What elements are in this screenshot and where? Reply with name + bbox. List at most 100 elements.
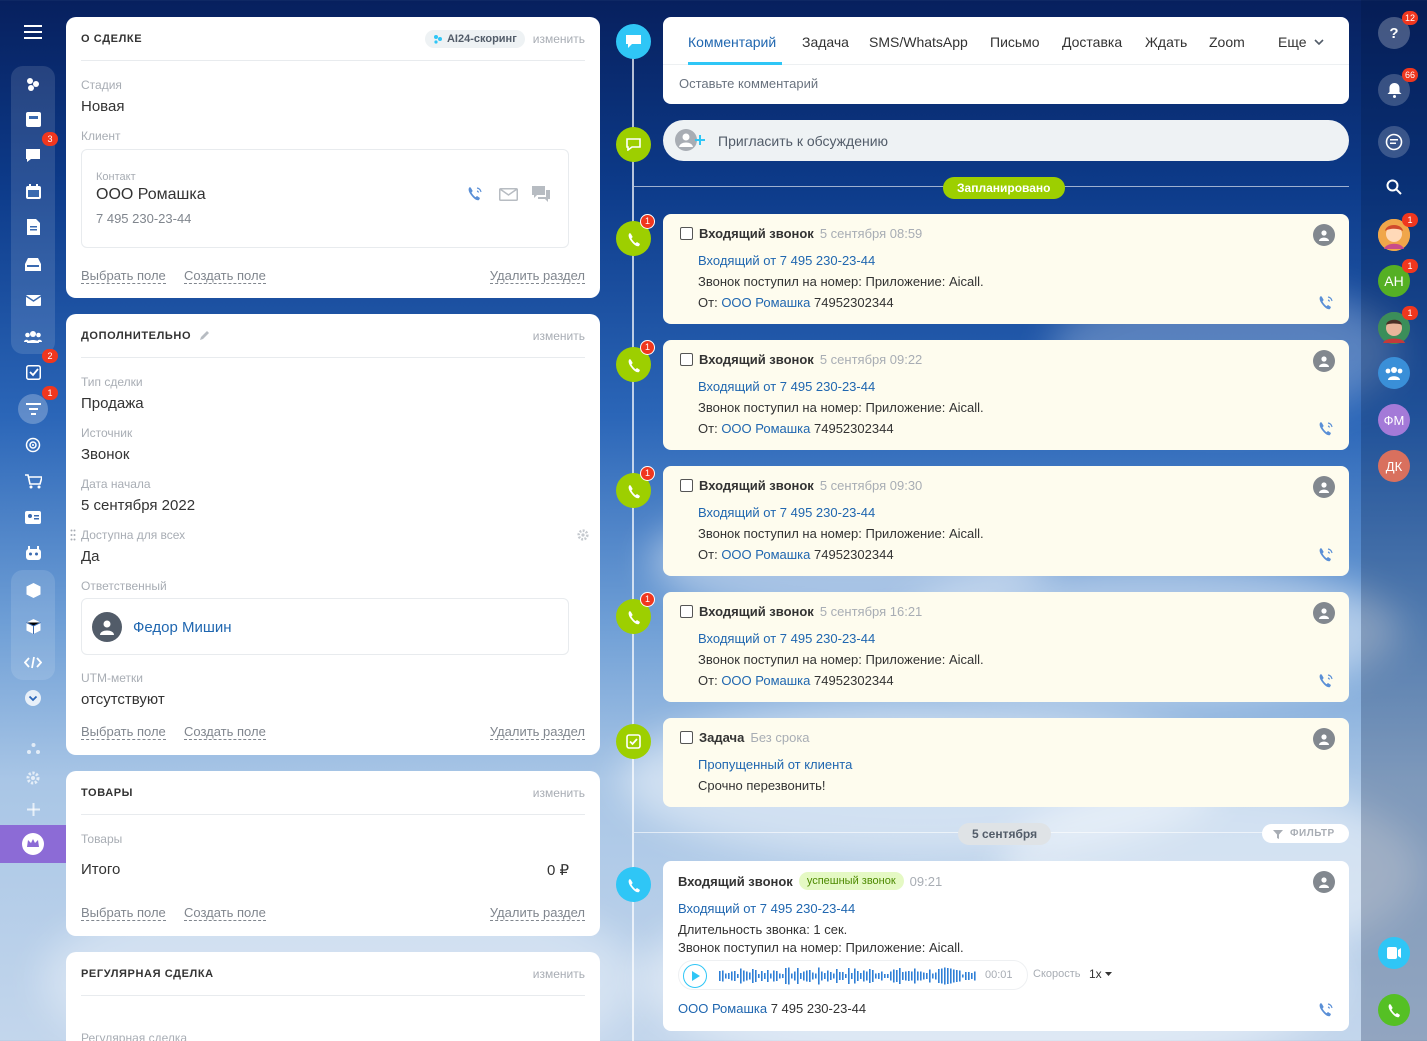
call-phone-icon[interactable]	[1317, 420, 1335, 438]
plan-crown-button[interactable]	[0, 825, 66, 863]
history-contact-name[interactable]: ООО Ромашка	[678, 1001, 767, 1016]
tab-email[interactable]: Письмо	[990, 34, 1040, 50]
tasks-icon[interactable]: 2	[18, 349, 58, 387]
user-avatar-1[interactable]: 1	[1378, 213, 1418, 251]
pencil-icon[interactable]	[199, 330, 210, 341]
crm-icon[interactable]: 1	[18, 386, 58, 424]
goods-create-field-link[interactable]: Создать поле	[184, 905, 266, 921]
target-icon[interactable]	[18, 430, 48, 460]
call-author-avatar[interactable]	[1313, 350, 1335, 372]
call-from-name[interactable]: ООО Ромашка	[721, 673, 810, 688]
telephony-button[interactable]	[1378, 994, 1410, 1026]
extra-edit-link[interactable]: изменить	[533, 329, 585, 343]
feed-icon[interactable]	[18, 69, 48, 99]
invite-discussion-bar[interactable]: Пригласить к обсуждению	[663, 120, 1349, 161]
tab-delivery[interactable]: Доставка	[1062, 34, 1122, 50]
call-from-name[interactable]: ООО Ромашка	[721, 295, 810, 310]
start-date-value[interactable]: 5 сентября 2022	[81, 497, 195, 514]
extra-delete-section-link[interactable]: Удалить раздел	[489, 724, 585, 740]
task-author-avatar[interactable]	[1313, 728, 1335, 750]
app-box-icon[interactable]	[18, 575, 48, 605]
goods-delete-section-link[interactable]: Удалить раздел	[489, 905, 585, 921]
tab-task[interactable]: Задача	[802, 34, 849, 50]
robot-icon[interactable]	[18, 538, 48, 568]
user-avatar-4[interactable]: ФМ	[1378, 404, 1410, 436]
deal-delete-section-link[interactable]: Удалить раздел	[489, 268, 585, 284]
call-author-avatar[interactable]	[1313, 602, 1335, 624]
call-author-avatar[interactable]	[1313, 224, 1335, 246]
sitemap-icon[interactable]	[18, 733, 48, 763]
call-from-name[interactable]: ООО Ромашка	[721, 547, 810, 562]
history-call-phone-icon[interactable]	[1317, 1001, 1335, 1019]
user-avatar-2[interactable]: АН 1	[1378, 259, 1418, 297]
extra-select-field-link[interactable]: Выбрать поле	[81, 724, 166, 740]
contact-center-icon[interactable]	[18, 502, 48, 532]
goods-edit-link[interactable]: изменить	[533, 786, 585, 800]
call-phone-icon[interactable]	[1317, 546, 1335, 564]
call-author-avatar[interactable]	[1313, 476, 1335, 498]
contact-phone[interactable]: 7 495 230-23-44	[96, 211, 191, 226]
deal-select-field-link[interactable]: Выбрать поле	[81, 268, 166, 284]
inbox-icon[interactable]	[18, 104, 48, 134]
call-checkbox[interactable]	[680, 605, 693, 618]
shop-icon[interactable]	[18, 466, 48, 496]
ai-scoring-badge[interactable]: AI24-скоринг	[424, 29, 525, 48]
task-checkbox[interactable]	[680, 731, 693, 744]
notifications-button[interactable]: 66	[1378, 68, 1418, 106]
deal-create-field-link[interactable]: Создать поле	[184, 268, 266, 284]
drive-icon[interactable]	[18, 249, 48, 279]
tab-more[interactable]: Еще	[1278, 34, 1324, 50]
source-value[interactable]: Звонок	[81, 446, 129, 463]
comment-input[interactable]: Оставьте комментарий	[679, 76, 818, 91]
mail-icon[interactable]	[18, 285, 48, 315]
settings-gear-icon[interactable]	[18, 763, 48, 793]
call-from-name[interactable]: ООО Ромашка	[721, 421, 810, 436]
contact-center-button[interactable]	[1378, 937, 1410, 969]
call-link[interactable]: Входящий от 7 495 230-23-44	[698, 505, 875, 520]
add-icon[interactable]	[18, 794, 48, 824]
menu-icon[interactable]	[18, 17, 48, 47]
message-contact-icon[interactable]	[532, 186, 550, 203]
goods-select-field-link[interactable]: Выбрать поле	[81, 905, 166, 921]
task-link[interactable]: Пропущенный от клиента	[698, 757, 852, 772]
responsible-name[interactable]: Федор Мишин	[133, 619, 232, 636]
group-chat-button[interactable]	[1378, 357, 1410, 389]
field-settings-gear-icon[interactable]	[577, 529, 589, 541]
more-chevron-icon[interactable]	[18, 683, 48, 713]
call-phone-icon[interactable]	[1317, 672, 1335, 690]
tab-sms[interactable]: SMS/WhatsApp	[869, 34, 968, 50]
call-link[interactable]: Входящий от 7 495 230-23-44	[698, 379, 875, 394]
documents-icon[interactable]	[18, 212, 48, 242]
contact-name[interactable]: ООО Ромашка	[96, 186, 206, 204]
audio-waveform[interactable]	[719, 966, 979, 986]
calendar-icon[interactable]	[18, 176, 48, 206]
stage-value[interactable]: Новая	[81, 98, 124, 115]
deal-edit-link[interactable]: изменить	[533, 32, 585, 46]
responsible-avatar[interactable]	[92, 612, 122, 642]
call-phone-icon[interactable]	[1317, 294, 1335, 312]
call-link[interactable]: Входящий от 7 495 230-23-44	[698, 253, 875, 268]
deal-type-value[interactable]: Продажа	[81, 395, 144, 412]
extra-create-field-link[interactable]: Создать поле	[184, 724, 266, 740]
chat-icon[interactable]: 3	[18, 132, 58, 170]
speed-select[interactable]: 1x	[1089, 967, 1112, 981]
user-avatar-3[interactable]: 1	[1378, 306, 1418, 344]
developer-icon[interactable]	[18, 647, 48, 677]
search-button[interactable]	[1378, 171, 1410, 203]
available-all-value[interactable]: Да	[81, 548, 100, 565]
app-box-2-icon[interactable]	[18, 611, 48, 641]
messenger-button[interactable]	[1378, 126, 1410, 158]
call-checkbox[interactable]	[680, 227, 693, 240]
help-button[interactable]: ? 12	[1378, 11, 1418, 49]
regular-edit-link[interactable]: изменить	[533, 967, 585, 981]
filter-button[interactable]: ФИЛЬТР	[1262, 824, 1349, 843]
call-link[interactable]: Входящий от 7 495 230-23-44	[698, 631, 875, 646]
task-deadline[interactable]: Без срока	[750, 730, 809, 745]
call-checkbox[interactable]	[680, 479, 693, 492]
call-contact-icon[interactable]	[466, 185, 484, 203]
user-avatar-5[interactable]: ДК	[1378, 450, 1410, 482]
tab-comment[interactable]: Комментарий	[688, 34, 776, 50]
drag-handle-icon[interactable]	[70, 529, 76, 541]
tab-wait[interactable]: Ждать	[1145, 34, 1187, 50]
call-checkbox[interactable]	[680, 353, 693, 366]
